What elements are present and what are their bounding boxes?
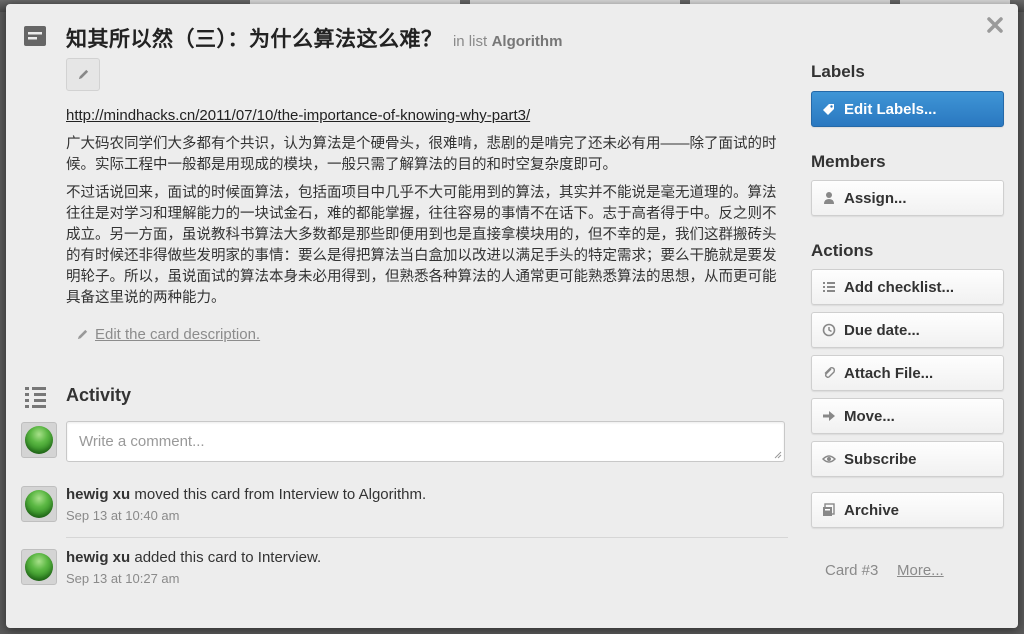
- comment-input[interactable]: Write a comment...: [66, 421, 785, 462]
- archive-label: Archive: [844, 501, 900, 519]
- edit-labels-button[interactable]: Edit Labels...: [811, 91, 1004, 127]
- more-link[interactable]: More...: [897, 562, 944, 579]
- subscribe-label: Subscribe: [844, 450, 917, 468]
- description-link[interactable]: http://mindhacks.cn/2011/07/10/the-impor…: [66, 107, 788, 124]
- activity-item: hewig xu added this card to Interview. S…: [66, 549, 788, 586]
- description-paragraph: 不过话说回来，面试的时候面算法，包括面项目中几乎不大可能用到的算法，其实并不能说…: [66, 185, 777, 306]
- archive-button[interactable]: Archive: [811, 492, 1004, 528]
- avatar[interactable]: [21, 422, 57, 458]
- activity-item: hewig xu moved this card from Interview …: [66, 486, 788, 523]
- due-date-button[interactable]: Due date...: [811, 312, 1004, 348]
- pencil-icon: [77, 329, 88, 340]
- in-list-prefix: in list: [452, 33, 488, 50]
- actions-heading: Actions: [811, 241, 874, 260]
- archive-icon: [823, 503, 835, 516]
- paperclip-icon: [824, 366, 836, 379]
- tag-icon: [823, 104, 834, 115]
- card-icon: [23, 24, 49, 48]
- avatar[interactable]: [21, 549, 57, 585]
- activity-action: moved this card from Interview to Algori…: [134, 486, 427, 503]
- card-detail-window: 知其所以然（三）：为什么算法这么难？ in list Algorithm htt…: [6, 4, 1018, 628]
- pencil-icon: [78, 69, 88, 80]
- checklist-icon: [823, 282, 835, 292]
- edit-labels-label: Edit Labels...: [844, 100, 937, 118]
- add-checklist-button[interactable]: Add checklist...: [811, 269, 1004, 305]
- avatar[interactable]: [21, 486, 57, 522]
- edit-description-link[interactable]: Edit the card description.: [76, 326, 260, 343]
- clock-icon: [822, 323, 836, 337]
- arrow-right-icon: [823, 411, 835, 421]
- card-description: http://mindhacks.cn/2011/07/10/the-impor…: [66, 107, 788, 316]
- card-title[interactable]: 知其所以然（三）：为什么算法这么难？: [66, 28, 443, 51]
- activity-list-icon: [23, 384, 51, 410]
- activity-time[interactable]: Sep 13 at 10:40 am: [66, 508, 788, 523]
- card-title-row: 知其所以然（三）：为什么算法这么难？ in list Algorithm: [66, 23, 778, 53]
- activity-user[interactable]: hewig xu: [66, 549, 130, 566]
- eye-icon: [822, 455, 836, 463]
- labels-heading: Labels: [811, 62, 865, 81]
- subscribe-button[interactable]: Subscribe: [811, 441, 1004, 477]
- assign-button[interactable]: Assign...: [811, 180, 1004, 216]
- person-icon: [824, 192, 834, 204]
- due-date-label: Due date...: [844, 321, 920, 339]
- edit-description-label: Edit the card description.: [95, 326, 261, 343]
- close-icon[interactable]: [984, 14, 1006, 36]
- resize-handle-icon[interactable]: [774, 451, 782, 459]
- attach-file-label: Attach File...: [844, 364, 934, 382]
- activity-user[interactable]: hewig xu: [66, 486, 130, 503]
- comment-placeholder: Write a comment...: [79, 433, 205, 450]
- activity-divider: [66, 537, 788, 538]
- description-paragraph: 广大码农同学们大多都有个共识，认为算法是个硬骨头，很难啃，悲剧的是啃完了还未必有…: [66, 136, 777, 173]
- card-number: Card #3: [825, 562, 879, 579]
- move-label: Move...: [844, 407, 895, 425]
- activity-heading: Activity: [66, 385, 132, 405]
- assign-label: Assign...: [844, 189, 907, 207]
- members-heading: Members: [811, 152, 886, 171]
- attach-file-button[interactable]: Attach File...: [811, 355, 1004, 391]
- activity-time[interactable]: Sep 13 at 10:27 am: [66, 571, 788, 586]
- activity-action: added this card to Interview.: [134, 549, 322, 566]
- add-checklist-label: Add checklist...: [844, 278, 955, 296]
- list-name-link[interactable]: Algorithm: [492, 33, 563, 50]
- move-button[interactable]: Move...: [811, 398, 1004, 434]
- edit-title-button[interactable]: [66, 58, 100, 91]
